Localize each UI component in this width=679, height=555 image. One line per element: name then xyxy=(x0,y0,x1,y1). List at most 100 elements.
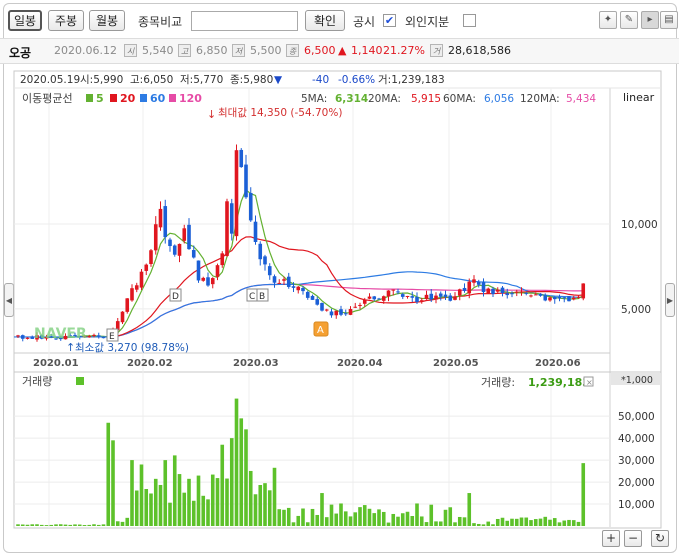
volume-bar xyxy=(386,522,391,526)
candle-body xyxy=(191,249,196,258)
volume-bar xyxy=(96,524,101,526)
cursor-high: 6,050 xyxy=(143,74,173,86)
event-marker-b[interactable]: B xyxy=(256,288,269,302)
volume-bar xyxy=(367,508,372,526)
volume-bar xyxy=(182,492,187,526)
event-marker-c[interactable]: C xyxy=(246,288,259,302)
candle-body xyxy=(101,337,106,339)
event-marker-a[interactable]: A xyxy=(313,321,329,337)
candle-body xyxy=(315,299,320,305)
candle-body xyxy=(543,295,548,301)
volume-bar xyxy=(253,494,258,526)
candle-body xyxy=(239,149,244,168)
event-marker-e[interactable]: E xyxy=(106,328,119,342)
volume-bar xyxy=(258,484,263,526)
volume-bar xyxy=(225,478,229,526)
volume-bar xyxy=(424,522,429,526)
ma60-legend: 60 xyxy=(150,92,166,105)
volume-bar xyxy=(201,495,206,526)
event-marker-d[interactable]: D xyxy=(169,288,182,302)
volume-bar xyxy=(320,493,324,526)
volume-bar xyxy=(310,508,315,526)
volume-bar xyxy=(282,509,286,526)
candle-body xyxy=(263,256,267,265)
volume-bar xyxy=(396,516,400,526)
volume-bar xyxy=(381,511,386,526)
volume-bar xyxy=(576,521,581,526)
volume-bar xyxy=(557,522,562,526)
ma60-line xyxy=(108,271,584,338)
candle-body xyxy=(372,296,377,300)
ma5-swatch xyxy=(86,94,93,102)
volume-bar xyxy=(206,499,210,526)
candle-body xyxy=(557,296,562,299)
volume-bar xyxy=(481,524,486,526)
volume-bar xyxy=(263,483,267,526)
volume-bar xyxy=(58,524,63,526)
volume-bar xyxy=(77,524,82,526)
candle-body xyxy=(163,206,168,238)
volume-bar xyxy=(153,478,158,526)
candle-body xyxy=(519,291,524,293)
volume-bar xyxy=(168,502,172,526)
candle-body xyxy=(362,299,367,304)
cursor-close-label: 종: xyxy=(230,74,243,86)
volume-bar xyxy=(106,422,111,526)
volume-bar xyxy=(533,519,538,526)
volume-bar xyxy=(571,520,576,526)
svg-text:E: E xyxy=(109,332,115,342)
volume-bar xyxy=(163,460,168,526)
cursor-change-pct: -0.66% xyxy=(338,74,375,86)
volume-tick-label: 20,000 xyxy=(618,477,655,489)
ma120-value-label: 120MA: xyxy=(520,93,560,105)
candle-body xyxy=(177,243,182,256)
ma-values: 5MA: 6,314 20MA: 5,915 60MA: 6,056 120MA: 5,… xyxy=(301,93,596,105)
x-tick-label: 2020.01 xyxy=(33,358,79,369)
candle-body xyxy=(353,306,358,308)
candle-body xyxy=(348,309,353,315)
volume-bar xyxy=(248,470,253,526)
volume-bar xyxy=(419,516,424,526)
zoom-out-button[interactable]: − xyxy=(624,530,642,547)
candle-body xyxy=(467,281,472,294)
candle-body xyxy=(305,291,310,298)
volume-bar xyxy=(267,490,272,526)
x-tick-label: 2020.05 xyxy=(433,358,479,369)
volume-bar xyxy=(391,513,396,526)
volume-bar xyxy=(272,467,277,526)
ma20-legend: 20 xyxy=(120,92,136,105)
candle-body xyxy=(244,164,248,198)
volume-bar xyxy=(305,522,310,526)
volume-bar xyxy=(415,503,419,526)
candle-body xyxy=(210,278,215,285)
volume-bar xyxy=(172,455,177,526)
candle-body xyxy=(476,281,481,285)
volume-bar xyxy=(334,513,339,526)
candle-body xyxy=(491,288,495,294)
volume-bar xyxy=(68,524,73,526)
volume-bar xyxy=(301,508,305,526)
ma5-value-label: 5MA: xyxy=(301,93,327,105)
svg-text:×: × xyxy=(586,378,593,387)
ma20-value: 5,915 xyxy=(411,93,441,105)
volume-bar xyxy=(139,464,144,526)
scale-mode-label[interactable]: linear xyxy=(623,91,655,104)
volume-bar xyxy=(400,513,405,526)
candle-body xyxy=(139,271,144,288)
zoom-in-button[interactable]: + xyxy=(602,530,620,547)
volume-panel-border xyxy=(13,371,662,529)
volume-bar xyxy=(581,463,586,526)
volume-bar xyxy=(462,517,467,526)
candle-body xyxy=(576,296,581,298)
reset-view-icon[interactable]: ↻ xyxy=(651,530,669,547)
candle-body xyxy=(538,293,543,296)
volume-bar xyxy=(476,523,481,526)
svg-text:A: A xyxy=(317,325,324,336)
cursor-high-label: 고: xyxy=(130,74,143,86)
volume-bar xyxy=(500,517,505,526)
candle-body xyxy=(296,286,301,291)
candle-body xyxy=(524,292,529,294)
candle-body xyxy=(125,298,130,312)
volume-bar xyxy=(538,518,543,526)
volume-bar xyxy=(358,507,362,526)
